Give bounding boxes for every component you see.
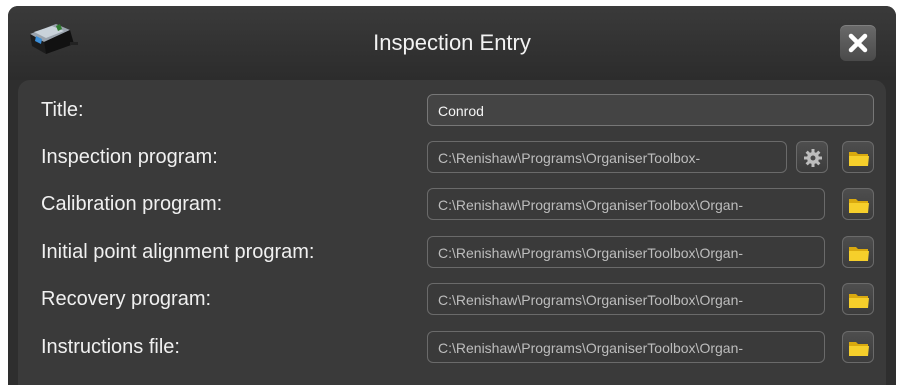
inspection-program-settings-button[interactable] (796, 141, 828, 173)
inspection-program-browse-button[interactable] (842, 141, 874, 173)
recovery-program-label: Recovery program: (41, 288, 212, 310)
inspection-entry-dialog: Inspection Entry Title: Conrod Inspectio… (8, 6, 896, 385)
alignment-program-browse-button[interactable] (842, 236, 874, 268)
instructions-file-browse-button[interactable] (842, 331, 874, 363)
gear-icon (804, 149, 822, 167)
folder-icon (849, 342, 869, 356)
title-bar: Inspection Entry (8, 6, 896, 80)
folder-icon (849, 247, 869, 261)
calibration-program-browse-button[interactable] (842, 188, 874, 220)
calibration-program-input[interactable]: C:\Renishaw\Programs\OrganiserToolbox\Or… (427, 188, 825, 220)
form-panel: Title: Conrod Inspection program: C:\Ren… (18, 80, 886, 385)
window-title: Inspection Entry (373, 30, 531, 55)
title-label: Title: (41, 99, 84, 121)
folder-icon (849, 152, 869, 166)
recovery-program-input[interactable]: C:\Renishaw\Programs\OrganiserToolbox\Or… (427, 283, 825, 315)
alignment-program-row: Initial point alignment program: C:\Reni… (18, 232, 886, 272)
instructions-file-label: Instructions file: (41, 336, 180, 358)
title-input[interactable]: Conrod (427, 94, 874, 126)
title-row: Title: Conrod (18, 90, 886, 130)
calibration-program-row: Calibration program: C:\Renishaw\Program… (18, 184, 886, 224)
recovery-program-row: Recovery program: C:\Renishaw\Programs\O… (18, 279, 886, 319)
inspection-program-label: Inspection program: (41, 146, 218, 168)
calibration-program-label: Calibration program: (41, 193, 223, 215)
folder-icon (849, 199, 869, 213)
close-icon (848, 33, 868, 53)
instructions-file-row: Instructions file: C:\Renishaw\Programs\… (18, 327, 886, 367)
inspection-program-row: Inspection program: C:\Renishaw\Programs… (18, 137, 886, 177)
alignment-program-input[interactable]: C:\Renishaw\Programs\OrganiserToolbox\Or… (427, 236, 825, 268)
inspection-program-input[interactable]: C:\Renishaw\Programs\OrganiserToolbox- (427, 141, 787, 173)
folder-icon (849, 294, 869, 308)
alignment-program-label: Initial point alignment program: (41, 241, 315, 263)
instructions-file-input[interactable]: C:\Renishaw\Programs\OrganiserToolbox\Or… (427, 331, 825, 363)
close-button[interactable] (840, 25, 876, 61)
recovery-program-browse-button[interactable] (842, 283, 874, 315)
